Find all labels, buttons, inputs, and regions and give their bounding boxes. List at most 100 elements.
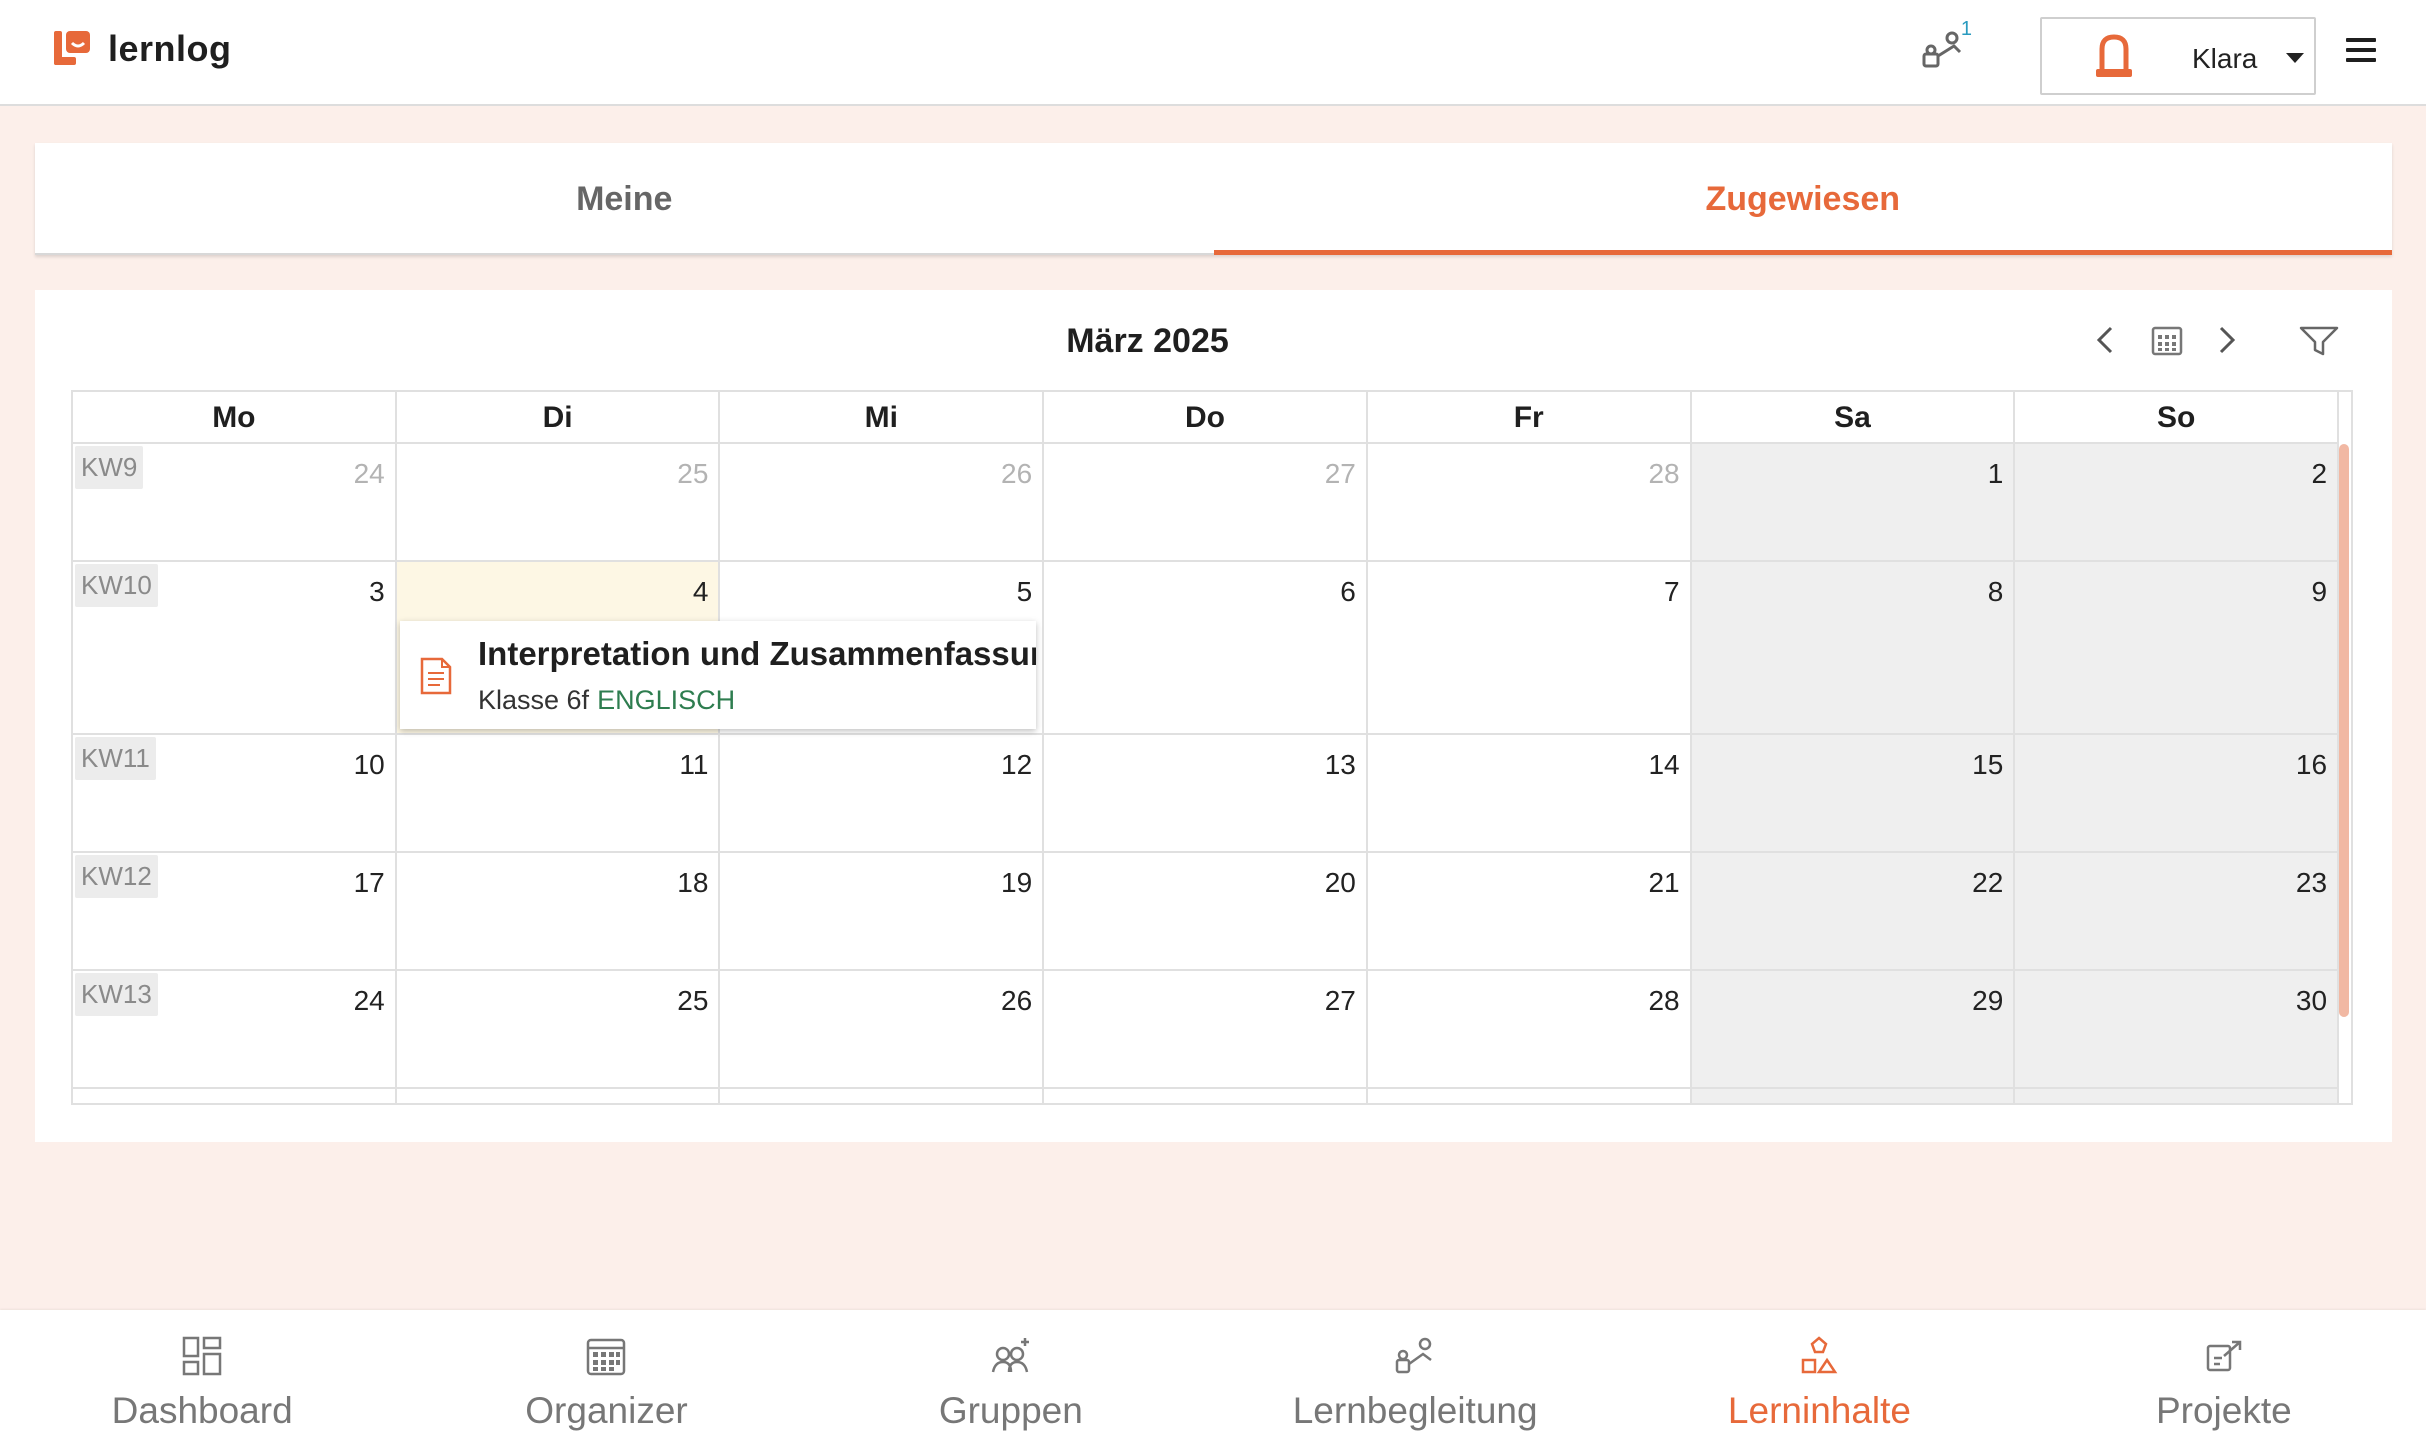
day-number: 8 [1987,576,2004,607]
day-number: 5 [1016,576,1033,607]
nav-label: Lernbegleitung [1292,1390,1538,1431]
weekday-label: Do [1044,392,1368,442]
calendar-day-cell[interactable]: 28 [1368,444,1692,560]
calendar-week-row: KW12 17 18 19 20 21 22 23 [73,853,2340,971]
calendar-day-cell[interactable]: 25 [397,444,721,560]
calendar-day-cell[interactable]: KW13 24 [73,971,397,1087]
nav-dashboard[interactable]: Dashboard [0,1310,404,1442]
calendar-day-cell[interactable]: 9 [2015,562,2340,733]
dashboard-icon [182,1336,222,1376]
nav-label: Projekte [2155,1390,2292,1431]
day-number: 7 [1664,576,1680,607]
weekday-label: So [2015,392,2340,442]
user-name: Klara [2192,43,2258,74]
day-number: 17 [353,867,385,898]
event-subtitle: Klasse 6f ENGLISCH [478,685,735,716]
hamburger-menu-icon[interactable] [2346,38,2376,64]
calendar-day-cell[interactable]: 25 [397,971,721,1087]
notifications-button[interactable]: 1 [1916,18,1974,80]
calendar-day-cell[interactable]: 26 [720,971,1045,1087]
weekday-label: Fr [1368,392,1692,442]
day-number: 1 [1987,458,2004,489]
scrollbar[interactable] [2339,444,2349,1017]
nav-gruppen[interactable]: Gruppen [809,1310,1213,1442]
weekday-header: Mo Di Mi Do Fr Sa So [73,392,2340,444]
calendar-day-cell[interactable]: KW11 10 [73,735,397,851]
calendar-day-cell[interactable]: 23 [2015,853,2340,969]
calendar-day-cell[interactable]: 14 [1368,735,1692,851]
lernlog-logo-icon [54,31,90,65]
day-number: 10 [353,749,385,780]
calendar-day-cell[interactable]: 26 [720,444,1045,560]
nav-organizer[interactable]: Organizer [404,1310,808,1442]
nav-label: Lerninhalte [1727,1390,1912,1431]
week-number-label: KW9 [75,446,144,489]
calendar-day-cell[interactable]: KW10 3 [73,562,397,733]
weekday-label: Di [397,392,721,442]
day-number: 21 [1648,867,1680,898]
day-number: 25 [677,458,709,489]
previous-month-icon[interactable] [2089,320,2123,360]
calendar-day-cell[interactable]: 7 [1368,562,1692,733]
calendar-day-cell[interactable]: 18 [397,853,721,969]
calendar-day-cell[interactable]: 21 [1368,853,1692,969]
calendar-day-cell[interactable]: 13 [1044,735,1368,851]
nav-projekte[interactable]: Projekte [2022,1310,2426,1442]
calendar-day-cell [1691,1089,2016,1103]
caret-down-icon [2286,53,2304,63]
calendar-day-cell[interactable]: 20 [1044,853,1368,969]
day-number: 6 [1340,576,1356,607]
nav-lerninhalte[interactable]: Lerninhalte [1617,1310,2021,1442]
calendar-week-row: KW11 10 11 12 13 14 15 16 [73,735,2340,853]
nav-label: Gruppen [938,1390,1083,1431]
calendar-day-cell[interactable]: 30 [2015,971,2340,1087]
day-number: 19 [1001,867,1033,898]
calendar-day-cell[interactable]: 29 [1691,971,2016,1087]
bottom-navigation: Dashboard Organizer Gruppen Lernbegleitu… [0,1310,2426,1442]
calendar-event[interactable]: Interpretation und Zusammenfassung Klass… [400,621,1036,729]
calendar-week-row: KW9 24 25 26 27 28 1 2 [73,444,2340,562]
calendar-day-cell[interactable]: KW12 17 [73,853,397,969]
day-number: 24 [353,985,385,1016]
calendar-day-cell[interactable]: 6 [1044,562,1368,733]
tab-zugewiesen[interactable]: Zugewiesen [1213,143,2393,255]
day-number: 23 [2295,867,2328,898]
mentoring-icon [1395,1337,1432,1374]
tab-meine[interactable]: Meine [35,143,1214,255]
day-number: 2 [2311,458,2328,489]
calendar-day-cell[interactable]: 8 [1691,562,2016,733]
logo[interactable]: lernlog [52,28,232,70]
event-subject: ENGLISCH [597,685,736,715]
calendar-day-cell[interactable]: 19 [720,853,1045,969]
calendar-day-cell[interactable]: 15 [1691,735,2016,851]
calendar-day-cell[interactable]: 11 [397,735,721,851]
calendar-month-title: März 2025 [1066,322,1229,360]
nav-lernbegleitung[interactable]: Lernbegleitung [1213,1310,1617,1442]
month-grid: Mo Di Mi Do Fr Sa So KW9 24 25 26 27 28 1 2 KW10… [71,390,2353,1105]
document-icon [420,657,452,695]
mentoring-bell-icon [1922,31,1962,68]
today-calendar-icon[interactable] [2147,320,2187,360]
day-number: 26 [1001,458,1033,489]
calendar-day-cell[interactable]: 16 [2015,735,2340,851]
app-name: lernlog [108,28,232,69]
calendar-day-cell[interactable]: 1 [1691,444,2016,560]
week-number-label: KW13 [75,973,158,1016]
calendar-day-cell [1044,1089,1368,1103]
day-number: 16 [2295,749,2328,780]
nav-label: Dashboard [111,1390,293,1431]
event-class: Klasse 6f [478,685,590,715]
calendar-day-cell[interactable]: 22 [1691,853,2016,969]
calendar-day-cell[interactable]: 12 [720,735,1045,851]
calendar-day-cell[interactable]: 27 [1044,444,1368,560]
calendar-day-cell [73,1089,397,1103]
calendar-day-cell[interactable]: KW9 24 [73,444,397,560]
next-month-icon[interactable] [2209,320,2243,360]
calendar-day-cell[interactable]: 27 [1044,971,1368,1087]
calendar-day-cell[interactable]: 2 [2015,444,2340,560]
calendar-day-cell[interactable]: 28 [1368,971,1692,1087]
user-menu-dropdown[interactable]: Klara [2040,17,2316,95]
nav-label: Organizer [525,1390,688,1431]
day-number: 28 [1648,985,1680,1016]
filter-icon[interactable] [2297,320,2341,360]
